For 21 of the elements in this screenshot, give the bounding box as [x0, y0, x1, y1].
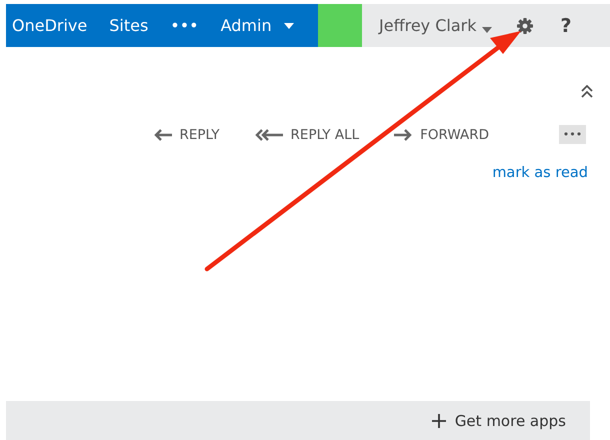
- get-more-apps-button[interactable]: Get more apps: [432, 412, 566, 430]
- more-button[interactable]: •••: [559, 125, 586, 144]
- user-menu[interactable]: Jeffrey Clark: [379, 16, 492, 35]
- nav-link[interactable]: Sites: [109, 16, 148, 35]
- help-button[interactable]: ?: [560, 14, 572, 36]
- arrow-right-icon: [393, 128, 414, 142]
- double-arrow-left-icon: [254, 128, 284, 142]
- mark-as-read-link[interactable]: mark as read: [492, 165, 588, 181]
- settings-icon[interactable]: [516, 16, 534, 34]
- plus-icon: [432, 414, 446, 428]
- status-block: [318, 4, 362, 47]
- nav-link[interactable]: OneDrive: [12, 16, 88, 35]
- collapse-icon[interactable]: [581, 85, 593, 99]
- caret-icon: [284, 22, 294, 28]
- nav-link[interactable]: •••: [170, 16, 199, 35]
- caret-icon: [482, 26, 492, 32]
- action-button[interactable]: FORWARD: [393, 126, 489, 142]
- arrow-left-icon: [152, 128, 172, 142]
- nav-menu[interactable]: Admin: [220, 16, 294, 35]
- action-button[interactable]: REPLY ALL: [254, 126, 360, 142]
- action-button[interactable]: REPLY: [152, 126, 220, 142]
